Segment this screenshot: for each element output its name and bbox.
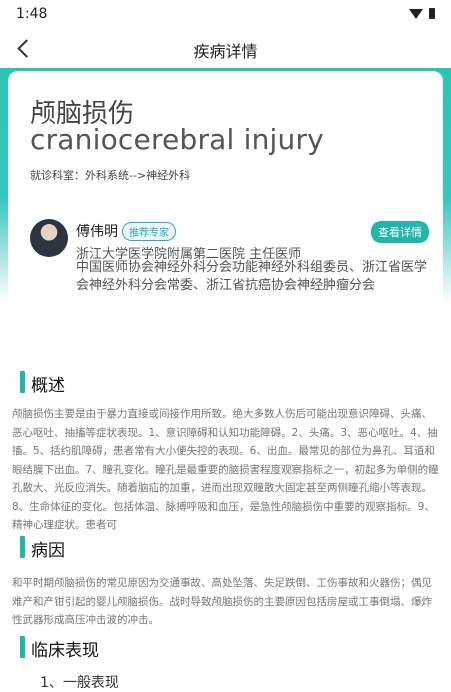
section-title-clinical: 临床表现 <box>31 641 99 661</box>
disease-card: 颅脑损伤 craniocerebral injury 就诊科室：外科系统-->神… <box>8 71 443 303</box>
clinical-sub-item: 1、一般表现 <box>40 675 119 691</box>
status-icons <box>409 8 435 19</box>
section-accent-bar <box>20 536 25 558</box>
section-cause: 病因 和平时期颅脑损伤的常见原因为交通事故、高处坠落、失足跌倒、工伤事故和火器伤… <box>0 536 451 626</box>
section-header: 概述 <box>0 371 451 396</box>
section-accent-bar <box>20 636 25 658</box>
department-label: 就诊科室：外科系统-->神经外科 <box>30 169 191 182</box>
status-time: 1:48 <box>16 6 48 22</box>
doctor-name: 傅伟明 <box>76 224 118 240</box>
wifi-icon <box>409 8 423 19</box>
section-clinical: 临床表现 <box>0 636 451 661</box>
battery-icon <box>429 8 435 19</box>
section-overview: 概述 颅脑损伤主要是由于暴力直接或间接作用所致。绝大多数人伤后可能出现意识障碍、… <box>0 371 451 531</box>
section-accent-bar <box>20 371 25 393</box>
cause-text: 和平时期颅脑损伤的常见原因为交通事故、高处坠落、失足跌倒、工伤事故和火器伤；偶见… <box>12 577 432 626</box>
section-header: 病因 <box>0 536 451 561</box>
section-header: 临床表现 <box>0 636 451 661</box>
recommended-badge: 推荐专家 <box>122 222 176 241</box>
view-details-button[interactable]: 查看详情 <box>371 221 429 243</box>
overview-text: 颅脑损伤主要是由于暴力直接或间接作用所致。绝大多数人伤后可能出现意识障碍、头痛、… <box>12 408 439 531</box>
doctor-titles: 中国医师协会神经外科分会功能神经外科组委员、浙江省医学会神经外科分会常委、浙江省… <box>76 260 428 293</box>
disease-name-en: craniocerebral injury <box>30 123 324 156</box>
nav-bar: 疾病详情 <box>0 28 451 68</box>
section-title-overview: 概述 <box>31 376 65 396</box>
status-bar: 1:48 <box>0 0 451 28</box>
doctor-card[interactable]: 傅伟明 推荐专家 查看详情 浙江大学医学院附属第二医院 主任医师 中国医师协会神… <box>30 219 435 299</box>
section-title-cause: 病因 <box>31 541 65 561</box>
page-title: 疾病详情 <box>193 42 258 61</box>
doctor-avatar <box>30 219 68 257</box>
